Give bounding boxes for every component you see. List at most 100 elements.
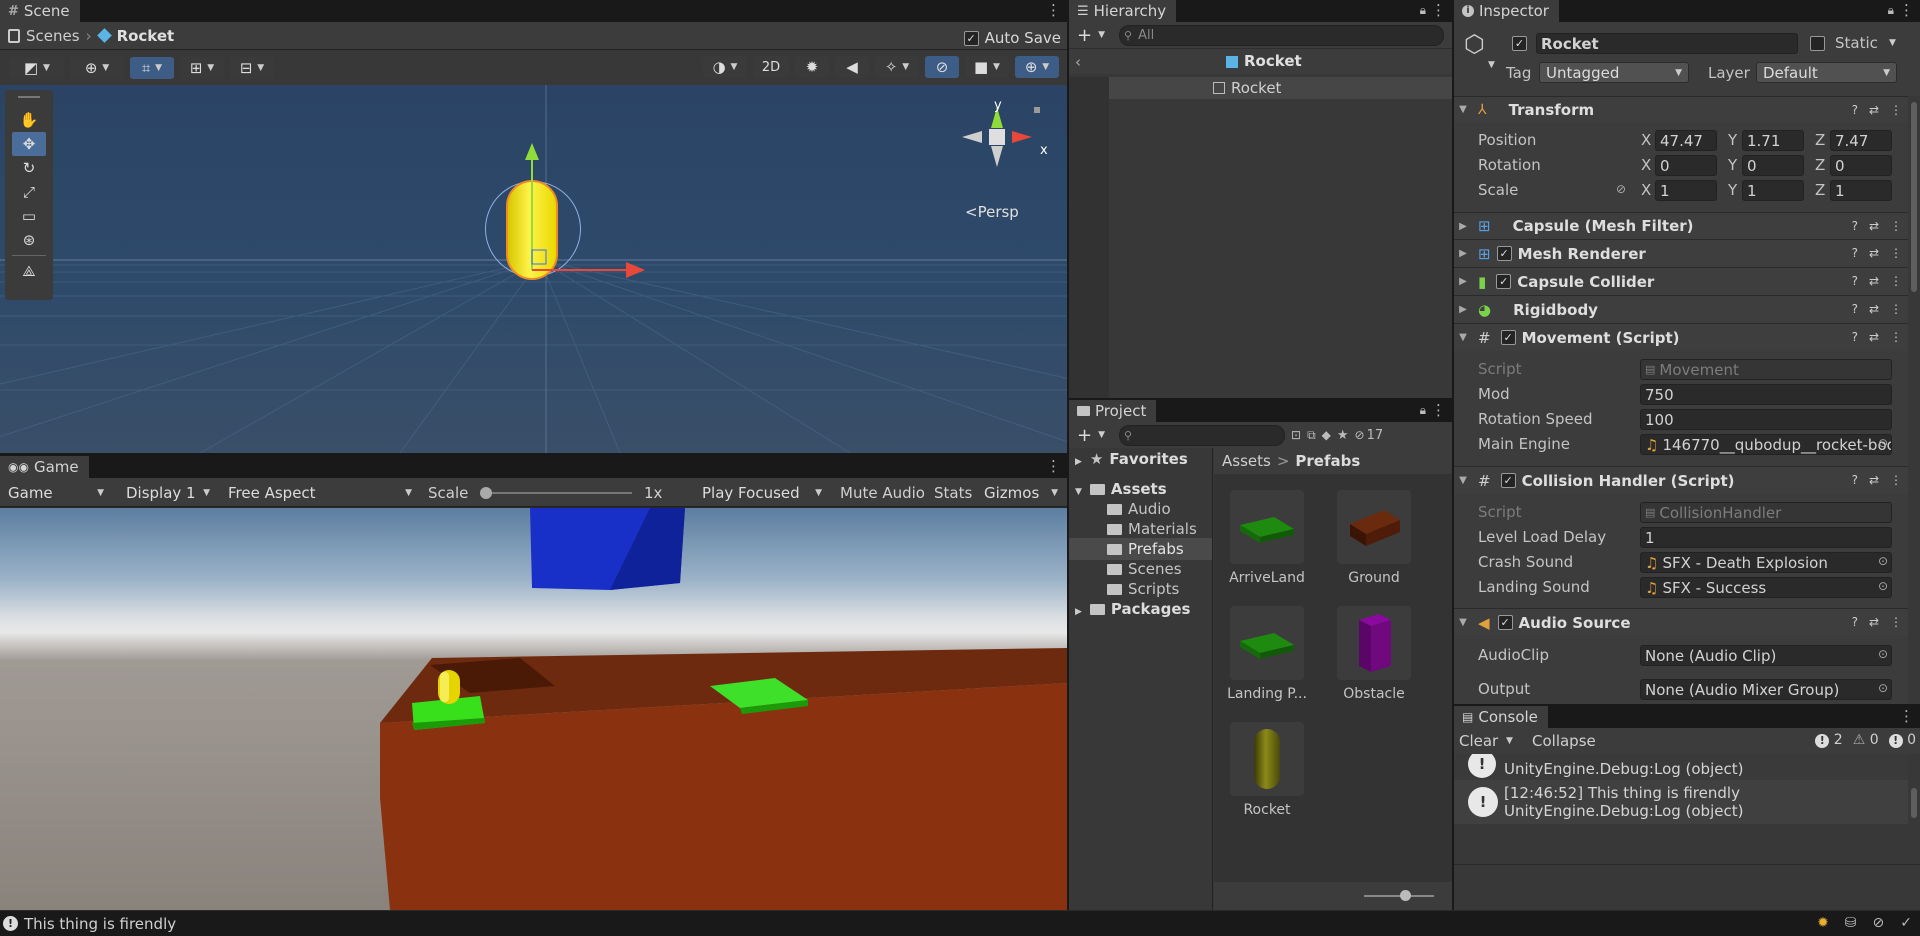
transform-tool-icon[interactable]: ⊛ xyxy=(12,228,46,252)
tab-hierarchy[interactable]: ☰ Hierarchy xyxy=(1069,0,1177,22)
console-entry[interactable]: ! UnityEngine.Debug:Log (object) xyxy=(1454,754,1908,780)
scale-x-field[interactable]: 1 xyxy=(1655,180,1717,201)
component-menu-icon[interactable]: ⋮ xyxy=(1890,246,1902,260)
inspector-menu-icon[interactable]: ⋮ xyxy=(1899,3,1914,18)
preset-icon[interactable]: ⇄ xyxy=(1869,246,1879,260)
rotation-speed-field[interactable]: 100 xyxy=(1640,409,1892,430)
scale-slider[interactable] xyxy=(480,487,632,499)
lighting-toggle[interactable]: ✹ xyxy=(795,56,829,78)
grid-visibility-dropdown[interactable]: ⊞ ▼ xyxy=(180,56,224,79)
breadcrumb-prefabs[interactable]: Prefabs xyxy=(1295,452,1360,470)
mesh-renderer-enabled-checkbox[interactable]: ✓ xyxy=(1496,246,1512,261)
object-picker-icon[interactable]: ⊙ xyxy=(1878,579,1888,593)
lock-icon[interactable]: 🔒︎ xyxy=(1888,3,1894,18)
audio-source-header[interactable]: ▼ ◀ ✓ Audio Source? ⇄ ⋮ xyxy=(1454,608,1908,636)
help-icon[interactable]: ? xyxy=(1852,615,1858,629)
game-viewport[interactable] xyxy=(0,508,1067,910)
component-menu-icon[interactable]: ⋮ xyxy=(1890,473,1902,487)
scale-y-field[interactable]: 1 xyxy=(1742,180,1804,201)
hidden-packages-icon[interactable]: ⊘ xyxy=(1355,428,1365,442)
audio-toggle[interactable]: ◀ xyxy=(835,56,869,78)
add-icon[interactable]: + xyxy=(1077,25,1092,46)
level-load-delay-field[interactable]: 1 xyxy=(1640,527,1892,548)
clear-button[interactable]: Clear xyxy=(1459,732,1498,750)
output-field[interactable]: None (Audio Mixer Group) xyxy=(1640,679,1892,700)
crash-sound-field[interactable]: ♫ SFX - Death Explosion xyxy=(1640,552,1892,573)
audio-source-enabled-checkbox[interactable]: ✓ xyxy=(1497,615,1513,630)
help-icon[interactable]: ? xyxy=(1852,103,1858,117)
mod-field[interactable]: 750 xyxy=(1640,384,1892,405)
gizmos-dropdown[interactable]: ⊕ ▼ xyxy=(1015,56,1059,78)
lock-icon[interactable]: 🔒︎ xyxy=(1420,403,1426,418)
help-icon[interactable]: ? xyxy=(1852,473,1858,487)
scale-tool-icon[interactable]: ⤢ xyxy=(12,180,46,204)
rotate-tool-icon[interactable]: ↻ xyxy=(12,156,46,180)
tab-scene[interactable]: # Scene xyxy=(0,0,80,22)
warning-filter[interactable]: ⚠ 0 xyxy=(1853,732,1879,748)
play-mode-dropdown[interactable]: Play Focused ▼ xyxy=(696,482,828,503)
hierarchy-menu-icon[interactable]: ⋮ xyxy=(1431,3,1446,18)
autosave-checkbox[interactable]: ✓ xyxy=(963,30,979,46)
help-icon[interactable]: ? xyxy=(1852,274,1858,288)
console-scrollbar-thumb[interactable] xyxy=(1911,788,1917,818)
rotation-x-field[interactable]: 0 xyxy=(1655,155,1717,176)
preset-icon[interactable]: ⇄ xyxy=(1869,473,1879,487)
asset-ground[interactable]: Ground xyxy=(1334,490,1414,586)
audioclip-field[interactable]: None (Audio Clip) xyxy=(1640,645,1892,666)
thumbnail-size-handle[interactable] xyxy=(1400,890,1411,901)
rotation-y-field[interactable]: 0 xyxy=(1742,155,1804,176)
preset-icon[interactable]: ⇄ xyxy=(1869,274,1879,288)
layer-dropdown[interactable]: Default ▼ xyxy=(1756,62,1897,83)
error-filter[interactable]: ! 2 xyxy=(1815,732,1843,748)
2d-mode-toggle[interactable]: 2D xyxy=(753,56,789,78)
tab-game[interactable]: ◉◉ Game xyxy=(0,456,89,478)
scene-menu-icon[interactable]: ⋮ xyxy=(1046,3,1061,18)
asset-obstacle[interactable]: Obstacle xyxy=(1334,606,1414,702)
filter-icon[interactable]: ⧉ xyxy=(1307,428,1316,443)
scale-slider-handle[interactable] xyxy=(480,487,492,499)
game-menu-icon[interactable]: ⋮ xyxy=(1046,459,1061,474)
component-menu-icon[interactable]: ⋮ xyxy=(1890,274,1902,288)
preset-icon[interactable]: ⇄ xyxy=(1869,103,1879,117)
asset-arrive-land[interactable]: ArriveLand xyxy=(1227,490,1307,586)
component-menu-icon[interactable]: ⋮ xyxy=(1890,302,1902,316)
tree-folder-scenes[interactable]: Scenes xyxy=(1107,560,1182,578)
inspector-scrollbar-thumb[interactable] xyxy=(1911,102,1917,292)
console-scrollbar[interactable] xyxy=(1908,754,1920,864)
game-mode-dropdown[interactable]: Game ▼ xyxy=(2,482,110,503)
active-checkbox[interactable]: ✓ xyxy=(1512,36,1527,51)
preset-icon[interactable]: ⇄ xyxy=(1869,330,1879,344)
constrain-proportions-icon[interactable]: ⊘ xyxy=(1616,182,1626,196)
movement-header[interactable]: ▼ # ✓ Movement (Script)? ⇄ ⋮ xyxy=(1454,323,1908,351)
stats-button[interactable]: Stats xyxy=(934,484,972,502)
console-menu-icon[interactable]: ⋮ xyxy=(1899,709,1914,724)
tree-folder-materials[interactable]: Materials xyxy=(1107,520,1197,538)
help-icon[interactable]: ? xyxy=(1852,330,1858,344)
scale-z-field[interactable]: 1 xyxy=(1830,180,1892,201)
position-z-field[interactable]: 7.47 xyxy=(1830,130,1892,151)
cache-server-icon[interactable]: ⛁ xyxy=(1845,915,1857,931)
add-dropdown-icon[interactable]: ▼ xyxy=(1098,430,1105,440)
aspect-dropdown[interactable]: Free Aspect ▼ xyxy=(222,482,418,503)
lock-icon[interactable]: 🔒︎ xyxy=(1420,3,1426,18)
object-picker-icon[interactable]: ⊙ xyxy=(1878,436,1888,450)
rect-tool-icon[interactable]: ▭ xyxy=(12,204,46,228)
tree-folder-audio[interactable]: Audio xyxy=(1107,500,1171,518)
tree-folder-scripts[interactable]: Scripts xyxy=(1107,580,1179,598)
rotation-z-field[interactable]: 0 xyxy=(1830,155,1892,176)
back-arrow-icon[interactable]: ‹ xyxy=(1075,53,1081,71)
gizmos-dropdown-game[interactable]: Gizmos ▼ xyxy=(978,482,1064,503)
persp-label[interactable]: <Persp xyxy=(965,203,1019,221)
position-y-field[interactable]: 1.71 xyxy=(1742,130,1804,151)
add-dropdown-icon[interactable]: ▼ xyxy=(1098,30,1105,40)
draw-mode-dropdown[interactable]: ◩ ▼ xyxy=(10,56,64,79)
mute-audio-button[interactable]: Mute Audio xyxy=(840,484,925,502)
component-menu-icon[interactable]: ⋮ xyxy=(1890,330,1902,344)
position-x-field[interactable]: 47.47 xyxy=(1655,130,1717,151)
camera-dropdown[interactable]: ■ ▼ xyxy=(965,56,1009,78)
tree-assets[interactable]: ▼ Assets xyxy=(1075,480,1167,498)
thumbnail-size-slider[interactable] xyxy=(1364,890,1434,901)
object-picker-icon[interactable]: ⊙ xyxy=(1878,554,1888,568)
move-tool-icon[interactable]: ✥ xyxy=(12,132,46,156)
scene-viewport[interactable]: ✋ ✥ ↻ ⤢ ▭ ⊛ ⟁ y x <Persp xyxy=(0,85,1067,453)
